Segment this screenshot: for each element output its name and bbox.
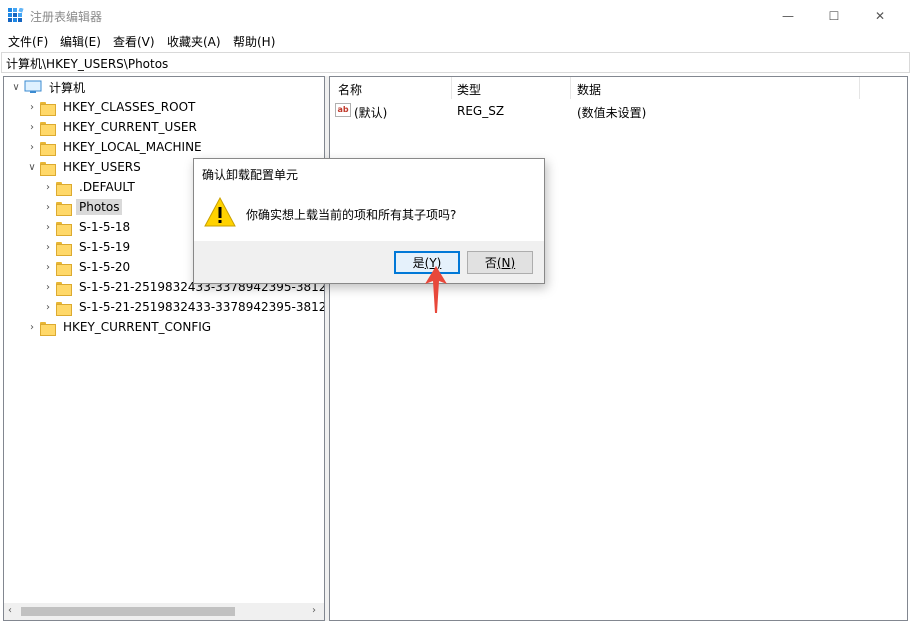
tree-node-s-1-5-20[interactable]: › S-1-5-20 — [40, 257, 133, 277]
chevron-right-icon[interactable]: › — [40, 277, 56, 297]
tree-node-computer[interactable]: ∨ 计算机 — [8, 77, 88, 97]
tree-label: S-1-5-19 — [79, 240, 131, 254]
folder-icon — [40, 101, 56, 116]
folder-icon — [56, 301, 72, 316]
string-value-icon: ab — [335, 103, 351, 117]
tree-node-s-1-5-18[interactable]: › S-1-5-18 — [40, 217, 133, 237]
maximize-button[interactable]: ☐ — [811, 0, 857, 31]
address-path: 计算机\HKEY_USERS\Photos — [6, 57, 169, 71]
menu-help[interactable]: 帮助(H) — [233, 33, 275, 50]
value-name: (默认) — [354, 106, 388, 120]
tree-node-hkcu[interactable]: › HKEY_CURRENT_USER — [24, 117, 200, 137]
chevron-right-icon[interactable]: › — [24, 117, 40, 137]
chevron-right-icon[interactable]: › — [24, 97, 40, 117]
folder-icon — [40, 141, 56, 156]
warning-icon — [204, 197, 236, 227]
list-header: 名称 类型 数据 — [330, 77, 907, 99]
column-header-data[interactable]: 数据 — [577, 81, 601, 98]
tree-label: HKEY_LOCAL_MACHINE — [63, 140, 202, 154]
no-button[interactable]: 否 (N) — [467, 251, 533, 274]
close-icon: ✕ — [874, 8, 886, 23]
no-button-label: 否 — [484, 256, 497, 270]
column-divider[interactable] — [451, 77, 452, 99]
no-hotkey: (N) — [496, 255, 516, 270]
menu-view[interactable]: 查看(V) — [113, 33, 155, 50]
menu-bar: 文件(F) 编辑(E) 查看(V) 收藏夹(A) 帮助(H) — [0, 31, 911, 51]
menu-favorites[interactable]: 收藏夹(A) — [167, 33, 221, 50]
tree-node-hklm[interactable]: › HKEY_LOCAL_MACHINE — [24, 137, 205, 157]
tree-node-s-1-5-19[interactable]: › S-1-5-19 — [40, 237, 133, 257]
scroll-right-icon[interactable]: › — [312, 605, 316, 616]
minimize-button[interactable]: — — [765, 0, 811, 31]
menu-file[interactable]: 文件(F) — [8, 33, 48, 50]
window-title: 注册表编辑器 — [30, 10, 103, 24]
tree-node-hku[interactable]: ∨ HKEY_USERS — [24, 157, 144, 177]
tree-node-s-1-5-21-b[interactable]: › S-1-5-21-2519832433-3378942395-381236 — [40, 297, 325, 317]
tree-label: S-1-5-21-2519832433-3378942395-381236 — [79, 300, 325, 314]
tree-label: HKEY_CURRENT_CONFIG — [63, 320, 212, 334]
minimize-icon: — — [782, 8, 794, 23]
tree-label: HKEY_CLASSES_ROOT — [63, 100, 196, 114]
maximize-icon: ☐ — [828, 8, 840, 23]
computer-icon — [24, 80, 42, 93]
dialog-footer: 是 (Y) 否 (N) — [194, 241, 544, 283]
chevron-right-icon[interactable]: › — [40, 237, 56, 257]
tree-label-selected: Photos — [76, 199, 123, 215]
horizontal-scrollbar[interactable]: ‹ › — [4, 603, 324, 620]
registry-editor-app-icon — [8, 8, 24, 22]
folder-icon — [40, 161, 56, 176]
address-bar[interactable]: 计算机\HKEY_USERS\Photos — [1, 52, 910, 73]
tree-label: S-1-5-20 — [79, 260, 131, 274]
chevron-right-icon[interactable]: › — [40, 197, 56, 217]
column-header-type[interactable]: 类型 — [457, 81, 481, 98]
annotation-arrow-icon — [425, 266, 447, 313]
confirm-unload-dialog: 确认卸载配置单元 你确实想上载当前的项和所有其子项吗? 是 (Y) 否 (N) — [193, 158, 545, 284]
dialog-body: 你确实想上载当前的项和所有其子项吗? — [194, 189, 544, 241]
folder-icon — [56, 241, 72, 256]
tree-label: HKEY_USERS — [63, 160, 141, 174]
column-divider[interactable] — [859, 77, 860, 99]
tree-node-default[interactable]: › .DEFAULT — [40, 177, 138, 197]
folder-icon — [56, 221, 72, 236]
chevron-right-icon[interactable]: › — [40, 297, 56, 317]
folder-icon — [40, 321, 56, 336]
folder-icon — [56, 201, 72, 216]
chevron-right-icon[interactable]: › — [24, 317, 40, 337]
tree-label: .DEFAULT — [79, 180, 135, 194]
tree-label-computer: 计算机 — [49, 80, 86, 95]
chevron-right-icon[interactable]: › — [40, 177, 56, 197]
tree-node-photos[interactable]: › Photos — [40, 197, 123, 217]
dialog-title: 确认卸载配置单元 — [202, 168, 299, 182]
list-row[interactable]: ab (默认) REG_SZ (数值未设置) — [330, 101, 907, 121]
chevron-down-icon[interactable]: ∨ — [8, 77, 24, 97]
folder-icon — [56, 181, 72, 196]
tree-label: S-1-5-18 — [79, 220, 131, 234]
menu-edit[interactable]: 编辑(E) — [60, 33, 101, 50]
scrollbar-thumb[interactable] — [21, 607, 235, 616]
chevron-right-icon[interactable]: › — [40, 217, 56, 237]
chevron-right-icon[interactable]: › — [24, 137, 40, 157]
folder-icon — [40, 121, 56, 136]
value-data: (数值未设置) — [577, 106, 647, 120]
column-divider[interactable] — [570, 77, 571, 99]
tree-node-hkcr[interactable]: › HKEY_CLASSES_ROOT — [24, 97, 198, 117]
folder-icon — [56, 261, 72, 276]
folder-icon — [56, 281, 72, 296]
column-header-name[interactable]: 名称 — [338, 81, 362, 98]
scroll-left-icon[interactable]: ‹ — [8, 605, 12, 616]
tree-label: HKEY_CURRENT_USER — [63, 120, 197, 134]
title-bar: 注册表编辑器 — ☐ ✕ — [0, 0, 911, 31]
tree-node-hkcc[interactable]: › HKEY_CURRENT_CONFIG — [24, 317, 214, 337]
chevron-down-icon[interactable]: ∨ — [24, 157, 40, 177]
value-type: REG_SZ — [457, 104, 505, 118]
chevron-right-icon[interactable]: › — [40, 257, 56, 277]
dialog-message: 你确实想上载当前的项和所有其子项吗? — [246, 208, 457, 222]
close-button[interactable]: ✕ — [857, 0, 903, 31]
